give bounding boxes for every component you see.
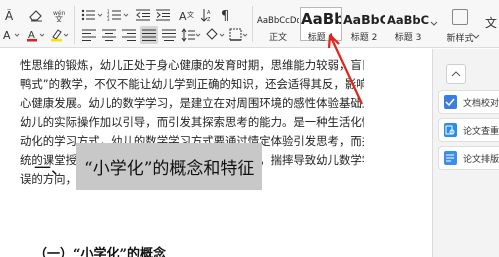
chevron-down-icon xyxy=(430,21,438,26)
svg-text:Ā: Ā xyxy=(5,9,14,21)
eraser-icon xyxy=(29,10,42,22)
collapse-panel-button[interactable] xyxy=(446,64,466,84)
paragraph-mark-icon: ¶ xyxy=(221,9,229,22)
text-line: 心健康发展。幼儿的数学学习，是建立在对周围环境的感性体验基础上，需要对 xyxy=(20,96,364,110)
text-tools-icon: 文 xyxy=(485,15,497,30)
style-normal[interactable]: AaBbCcDd 正文 xyxy=(256,7,300,43)
increase-indent-button[interactable] xyxy=(154,7,172,23)
align-left-button[interactable] xyxy=(80,27,98,43)
line-spacing-icon xyxy=(181,28,201,42)
bullet-list-button[interactable] xyxy=(80,7,104,23)
sort-button[interactable]: AZ xyxy=(198,7,216,23)
clear-format-button[interactable] xyxy=(26,7,46,23)
svg-text:文: 文 xyxy=(55,14,63,22)
text-tools-button[interactable]: 文 xyxy=(484,12,498,34)
align-center-button[interactable] xyxy=(100,27,118,43)
justify-button[interactable] xyxy=(140,26,158,44)
decrease-indent-button[interactable] xyxy=(134,7,152,23)
shading-button[interactable] xyxy=(204,27,226,43)
chevron-down-icon xyxy=(472,34,480,39)
style-heading-1[interactable]: AaBb 标题 1 xyxy=(300,7,342,43)
chinese-layout-icon: A 文 xyxy=(179,10,194,22)
text-line: 幼儿的实际操作加以引导，而引发其探索思考的能力。是一种生活化情景，互 xyxy=(20,115,364,129)
borders-button[interactable] xyxy=(228,27,250,43)
heading-number: 一、 xyxy=(34,158,68,179)
new-style-icon xyxy=(452,9,468,25)
align-center-icon xyxy=(102,29,116,41)
svg-text:A: A xyxy=(3,29,11,42)
rail-item-plagiarism-check[interactable]: 论文查重 xyxy=(438,118,499,142)
thesis-format-icon xyxy=(444,151,457,165)
highlight-color-button[interactable] xyxy=(50,27,72,43)
ribbon-separator xyxy=(252,6,253,42)
style-preview: AaBb xyxy=(301,10,341,28)
phonetic-icon: wén 文 xyxy=(53,10,66,22)
font-increase-button[interactable]: Ā xyxy=(2,7,22,23)
style-preview: AaBbCcDd xyxy=(257,16,299,26)
text-line: 性思维的锻炼，幼儿正处于身心健康的发育时期，思维能力较弱，盲目的用“填 xyxy=(20,58,364,72)
heading-2[interactable]: （一）“小学化”的概念 xyxy=(34,243,166,257)
svg-text:A: A xyxy=(179,10,187,22)
chevron-up-icon xyxy=(451,71,461,77)
font-color-icon: A xyxy=(27,30,45,42)
style-heading-2[interactable]: AaBbC 标题 2 xyxy=(342,7,386,43)
ribbon-toolbar: Ā wén 文 1 2 3 A 文 A Z ¶ A A AaBbCcDd 正文 … xyxy=(0,0,499,48)
ribbon-separator xyxy=(74,26,75,44)
style-name: 标题 3 xyxy=(394,33,422,43)
sort-icon: AZ xyxy=(201,9,211,22)
style-heading-3[interactable]: AaBbC 标题 3 xyxy=(386,7,430,43)
style-gallery-more-button[interactable] xyxy=(430,14,438,34)
justify-icon xyxy=(142,29,156,41)
text-effect-icon: A xyxy=(3,29,20,42)
document-page[interactable]: 性思维的锻炼，幼儿正处于身心健康的发育时期，思维能力较弱，盲目的用“填 鸭式”的… xyxy=(0,49,432,257)
align-right-button[interactable] xyxy=(120,27,138,43)
rail-item-label: 论文排版 xyxy=(462,154,499,165)
svg-text:3: 3 xyxy=(107,17,110,21)
show-marks-button[interactable]: ¶ xyxy=(218,7,234,23)
phonetic-guide-button[interactable]: wén 文 xyxy=(50,7,70,23)
outdent-icon xyxy=(136,9,150,21)
new-style-dropdown[interactable] xyxy=(472,32,480,42)
svg-text:Z: Z xyxy=(207,17,211,22)
style-preview: AaBbC xyxy=(387,13,429,27)
rail-item-label: 论文查重 xyxy=(462,126,499,137)
numbered-list-icon: 1 2 3 xyxy=(107,9,129,21)
distributed-align-button[interactable] xyxy=(160,27,178,43)
align-left-icon xyxy=(82,29,96,41)
svg-text:文: 文 xyxy=(485,15,497,30)
numbered-list-button[interactable]: 1 2 3 xyxy=(106,7,130,23)
svg-text:文: 文 xyxy=(187,10,194,19)
svg-text:¶: ¶ xyxy=(221,9,229,22)
rail-item-label: 文档校对 xyxy=(462,98,499,109)
align-right-icon xyxy=(122,29,136,41)
text-effect-button[interactable]: A xyxy=(2,27,24,43)
rail-item-thesis-format[interactable]: 论文排版 xyxy=(438,146,499,170)
paint-bucket-icon xyxy=(206,28,225,40)
chinese-layout-button[interactable]: A 文 xyxy=(176,7,196,23)
border-icon xyxy=(229,28,248,41)
style-name: 标题 1 xyxy=(307,33,335,43)
heading-1[interactable]: 一、 “小学化”的概念和特征 xyxy=(34,141,263,191)
svg-text:A: A xyxy=(207,10,211,16)
line-spacing-button[interactable] xyxy=(180,27,202,43)
rail-item-document-proofread[interactable]: 文档校对 xyxy=(438,90,499,114)
style-preview: AaBbC xyxy=(343,12,385,27)
bullet-list-icon xyxy=(81,9,103,21)
font-color-button[interactable]: A xyxy=(26,27,48,43)
style-name: 正文 xyxy=(268,33,287,43)
style-name: 标题 2 xyxy=(350,33,378,43)
plagiarism-check-icon xyxy=(444,123,457,137)
indent-icon xyxy=(156,9,170,21)
font-size-icon: Ā xyxy=(5,9,14,21)
text-line: 鸭式”的教学，不仅不能让幼儿学到正确的知识，还会适得其反，影响幼儿的身 xyxy=(20,77,364,91)
distributed-align-icon xyxy=(162,29,176,41)
highlighter-icon xyxy=(51,29,69,42)
selected-heading-text[interactable]: “小学化”的概念和特征 xyxy=(76,142,263,190)
proofread-icon xyxy=(444,95,457,109)
